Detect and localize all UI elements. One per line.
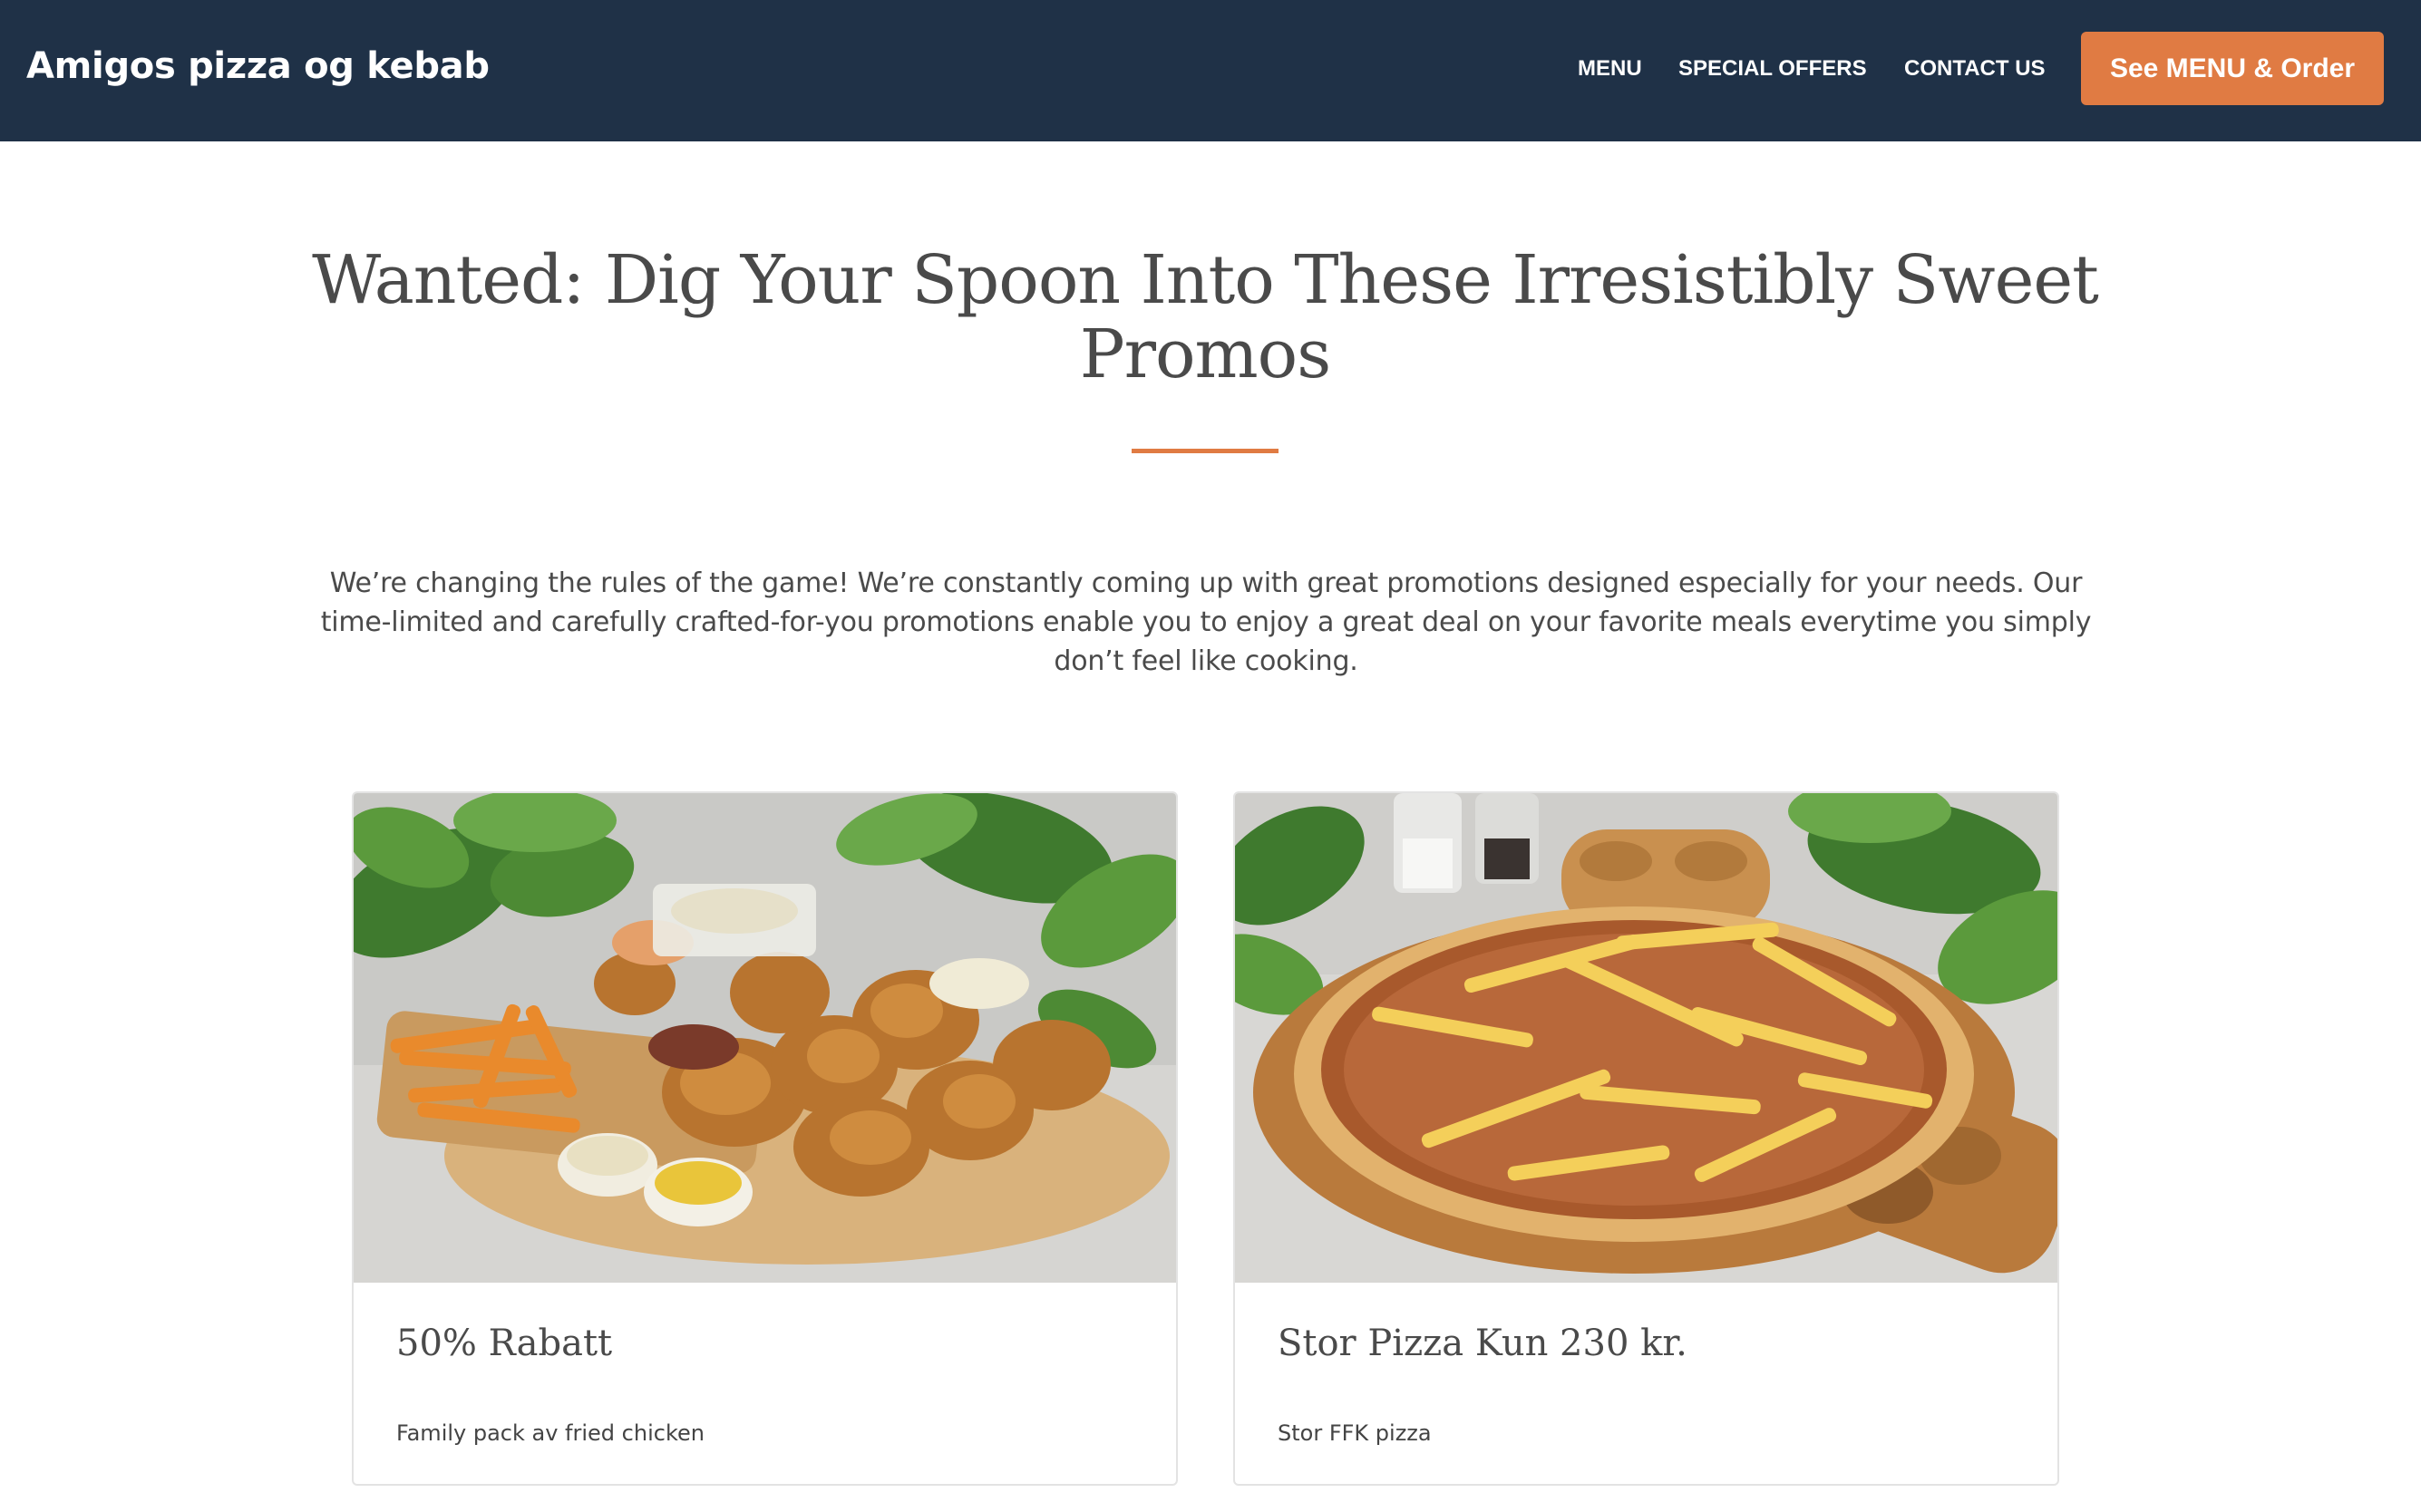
offer-card-pizza[interactable]: Stor Pizza Kun 230 kr. Stor FFK pizza (1233, 791, 2059, 1486)
offer-title: 50% Rabatt (396, 1323, 613, 1364)
offer-description: Stor FFK pizza (1278, 1420, 1432, 1446)
offer-title: Stor Pizza Kun 230 kr. (1278, 1323, 1687, 1364)
title-divider (1132, 449, 1279, 453)
nav-link-special-offers[interactable]: SPECIAL OFFERS (1678, 56, 1867, 82)
offer-description: Family pack av fried chicken (396, 1420, 705, 1446)
pizza-with-fries-image (1235, 793, 2057, 1283)
see-menu-order-button[interactable]: See MENU & Order (2081, 32, 2384, 105)
brand-logo-text[interactable]: Amigos pizza og kebab (26, 45, 490, 87)
fried-chicken-platter-image (354, 793, 1176, 1283)
intro-paragraph: We’re changing the rules of the game! We… (320, 567, 2092, 677)
fried-chicken-illustration (354, 793, 1176, 1283)
page-title: Wanted: Dig Your Spoon Into These Irresi… (312, 241, 2099, 393)
pizza-illustration (1235, 793, 2057, 1283)
nav-link-menu[interactable]: MENU (1578, 56, 1642, 82)
offer-card-chicken[interactable]: 50% Rabatt Family pack av fried chicken (352, 791, 1178, 1486)
nav-link-contact-us[interactable]: CONTACT US (1904, 56, 2046, 82)
site-header: Amigos pizza og kebab MENU SPECIAL OFFER… (0, 0, 2421, 141)
